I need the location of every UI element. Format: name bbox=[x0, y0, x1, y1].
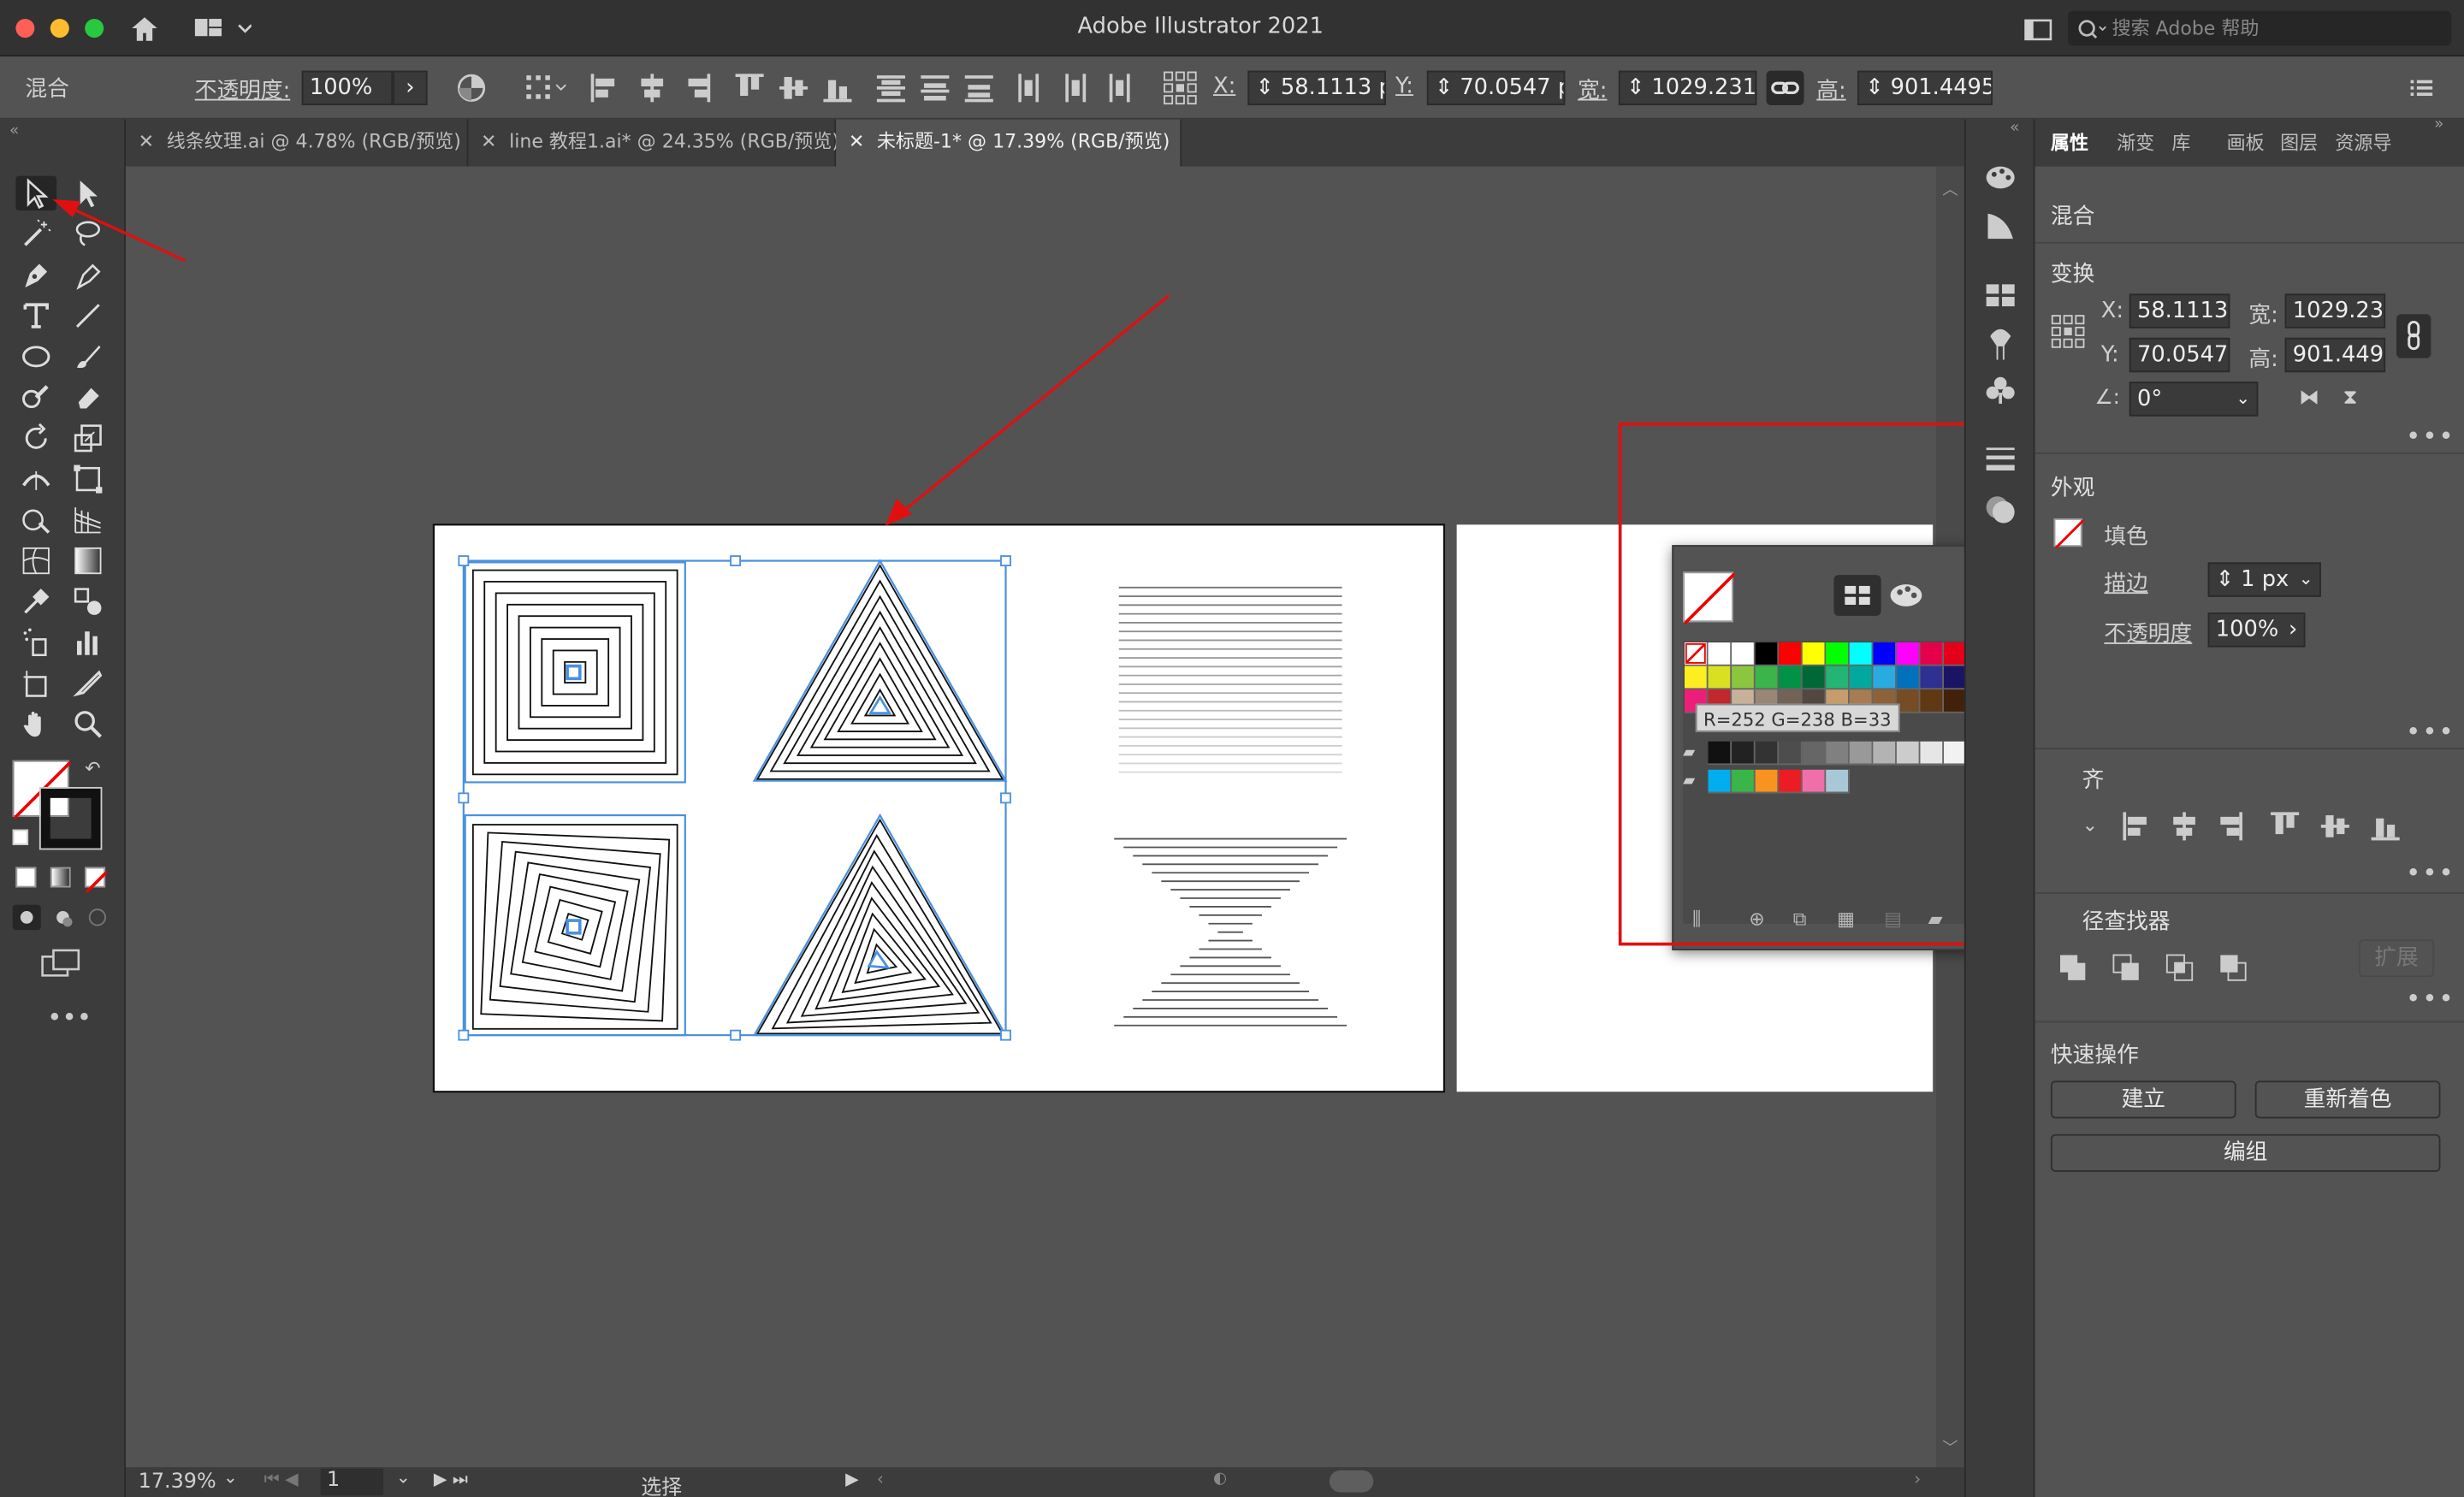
scroll-right-icon[interactable]: › bbox=[1914, 1469, 1921, 1489]
group-button[interactable]: 编组 bbox=[2050, 1133, 2441, 1172]
search-icon bbox=[2077, 17, 2109, 51]
artboard-number-input[interactable]: 1 bbox=[320, 1468, 384, 1496]
transform-h-input[interactable]: 901.449 bbox=[2284, 337, 2386, 373]
artboard-dropdown-icon[interactable]: ⌄ bbox=[396, 1467, 411, 1488]
align-more-options-icon[interactable]: ••• bbox=[2406, 858, 2455, 888]
color-panel-icon[interactable] bbox=[1985, 163, 2017, 198]
transparency-panel-icon[interactable] bbox=[1985, 494, 2017, 531]
panel-tabs: » 属性 渐变 库 画板 图层 资源导 bbox=[2035, 116, 2464, 167]
watermark-logo-icon: ◐ bbox=[1212, 1470, 1227, 1488]
annotation-arrows bbox=[52, 199, 1170, 526]
current-tool-label: 选择 bbox=[641, 1476, 683, 1497]
control-bar-menu-icon[interactable] bbox=[2410, 79, 2433, 104]
recolor-button[interactable]: 重新着色 bbox=[2254, 1080, 2441, 1119]
symbols-panel-icon[interactable] bbox=[1985, 374, 2017, 411]
help-search-input[interactable]: 搜索 Adobe 帮助 bbox=[2068, 10, 2452, 46]
next-artboard-icon[interactable]: ▶ ⏭ bbox=[434, 1469, 468, 1491]
reference-point-icon[interactable] bbox=[2051, 314, 2085, 355]
tab-gradient[interactable]: 渐变 bbox=[2117, 120, 2154, 167]
transform-y-input[interactable]: 70.0547 bbox=[2129, 337, 2230, 373]
align-section-title: 齐 bbox=[2082, 767, 2105, 794]
tab-layers[interactable]: 图层 bbox=[2280, 120, 2318, 167]
transform-x-input[interactable]: 58.1113 bbox=[2129, 293, 2230, 328]
appearance-fill-swatch[interactable] bbox=[2053, 518, 2085, 549]
transform-more-options-icon[interactable]: ••• bbox=[2406, 421, 2455, 451]
first-artboard-icon: ⏮ ◀ bbox=[264, 1468, 299, 1489]
panel-opacity-input[interactable]: 100% › bbox=[2207, 612, 2306, 648]
swatches-panel-icon[interactable] bbox=[1985, 283, 2017, 315]
appearance-section-title: 外观 bbox=[2050, 476, 2095, 501]
panel-icon-strip: « bbox=[1964, 119, 2035, 1497]
rotate-angle-icon: ∠: bbox=[2094, 386, 2120, 411]
color-guide-icon[interactable] bbox=[1985, 210, 2017, 248]
stroke-panel-icon[interactable] bbox=[1985, 447, 2017, 478]
tab-artboards[interactable]: 画板 bbox=[2227, 120, 2265, 167]
tab-asset-export[interactable]: 资源导 bbox=[2335, 120, 2391, 167]
collapse-icon[interactable]: » bbox=[2434, 116, 2443, 133]
flip-vertical-icon[interactable]: ⧗ bbox=[2343, 387, 2358, 411]
brushes-panel-icon[interactable] bbox=[1985, 327, 2017, 368]
zoom-dropdown-icon[interactable]: ⌄ bbox=[223, 1467, 238, 1488]
make-blend-button[interactable]: 建立 bbox=[2050, 1080, 2236, 1119]
properties-panel: » 属性 渐变 库 画板 图层 资源导 混合 变换 X: 58.1113 宽: … bbox=[2035, 116, 2464, 1497]
fill-label: 填色 bbox=[2104, 524, 2148, 550]
collapse-icon[interactable]: « bbox=[2010, 120, 2019, 137]
expand-button[interactable]: 扩展 bbox=[2358, 939, 2435, 978]
transform-w-input[interactable]: 1029.23 bbox=[2284, 293, 2386, 328]
transform-h-label: 高: bbox=[2248, 346, 2278, 373]
align-to-dropdown-icon[interactable]: ⌄ bbox=[2082, 814, 2098, 836]
panel-object-type: 混合 bbox=[2050, 204, 2095, 230]
status-bar: 17.39% ⌄ ⏮ ◀ 1 ⌄ ▶ ⏭ 选择 ▶ ‹ ◐ › bbox=[125, 1467, 1964, 1497]
stroke-label[interactable]: 描边 bbox=[2104, 567, 2147, 599]
opacity-label[interactable]: 不透明度 bbox=[2104, 618, 2192, 649]
transform-w-label: 宽: bbox=[2248, 303, 2278, 328]
constrain-proportions-icon[interactable] bbox=[2396, 314, 2431, 358]
stroke-weight-input[interactable]: ⇕ 1 px ⌄ bbox=[2207, 562, 2321, 597]
panel-layout-icon[interactable] bbox=[2024, 17, 2052, 47]
rotate-angle-input[interactable]: 0° ⌄ bbox=[2129, 382, 2259, 417]
quick-actions-title: 快速操作 bbox=[2050, 1043, 2139, 1068]
appearance-more-options-icon[interactable]: ••• bbox=[2406, 716, 2455, 746]
status-menu-icon[interactable]: ▶ bbox=[845, 1469, 859, 1489]
zoom-level[interactable]: 17.39% bbox=[139, 1470, 216, 1494]
tab-properties[interactable]: 属性 bbox=[2051, 120, 2088, 167]
pathfinder-buttons bbox=[2059, 952, 2248, 990]
pathfinder-more-options-icon[interactable]: ••• bbox=[2406, 984, 2455, 1014]
scroll-left-icon[interactable]: ‹ bbox=[877, 1469, 884, 1489]
transform-y-label: Y: bbox=[2100, 342, 2119, 368]
align-buttons-panel bbox=[2120, 811, 2419, 849]
search-placeholder: 搜索 Adobe 帮助 bbox=[2112, 17, 2260, 39]
transform-x-label: X: bbox=[2100, 298, 2123, 324]
flip-horizontal-icon[interactable]: ⧓ bbox=[2299, 387, 2319, 411]
transform-section-title: 变换 bbox=[2050, 262, 2095, 288]
tab-libraries[interactable]: 库 bbox=[2171, 120, 2190, 167]
pathfinder-section-title: 径查找器 bbox=[2082, 909, 2171, 935]
horizontal-scroll-thumb[interactable] bbox=[1329, 1470, 1374, 1493]
